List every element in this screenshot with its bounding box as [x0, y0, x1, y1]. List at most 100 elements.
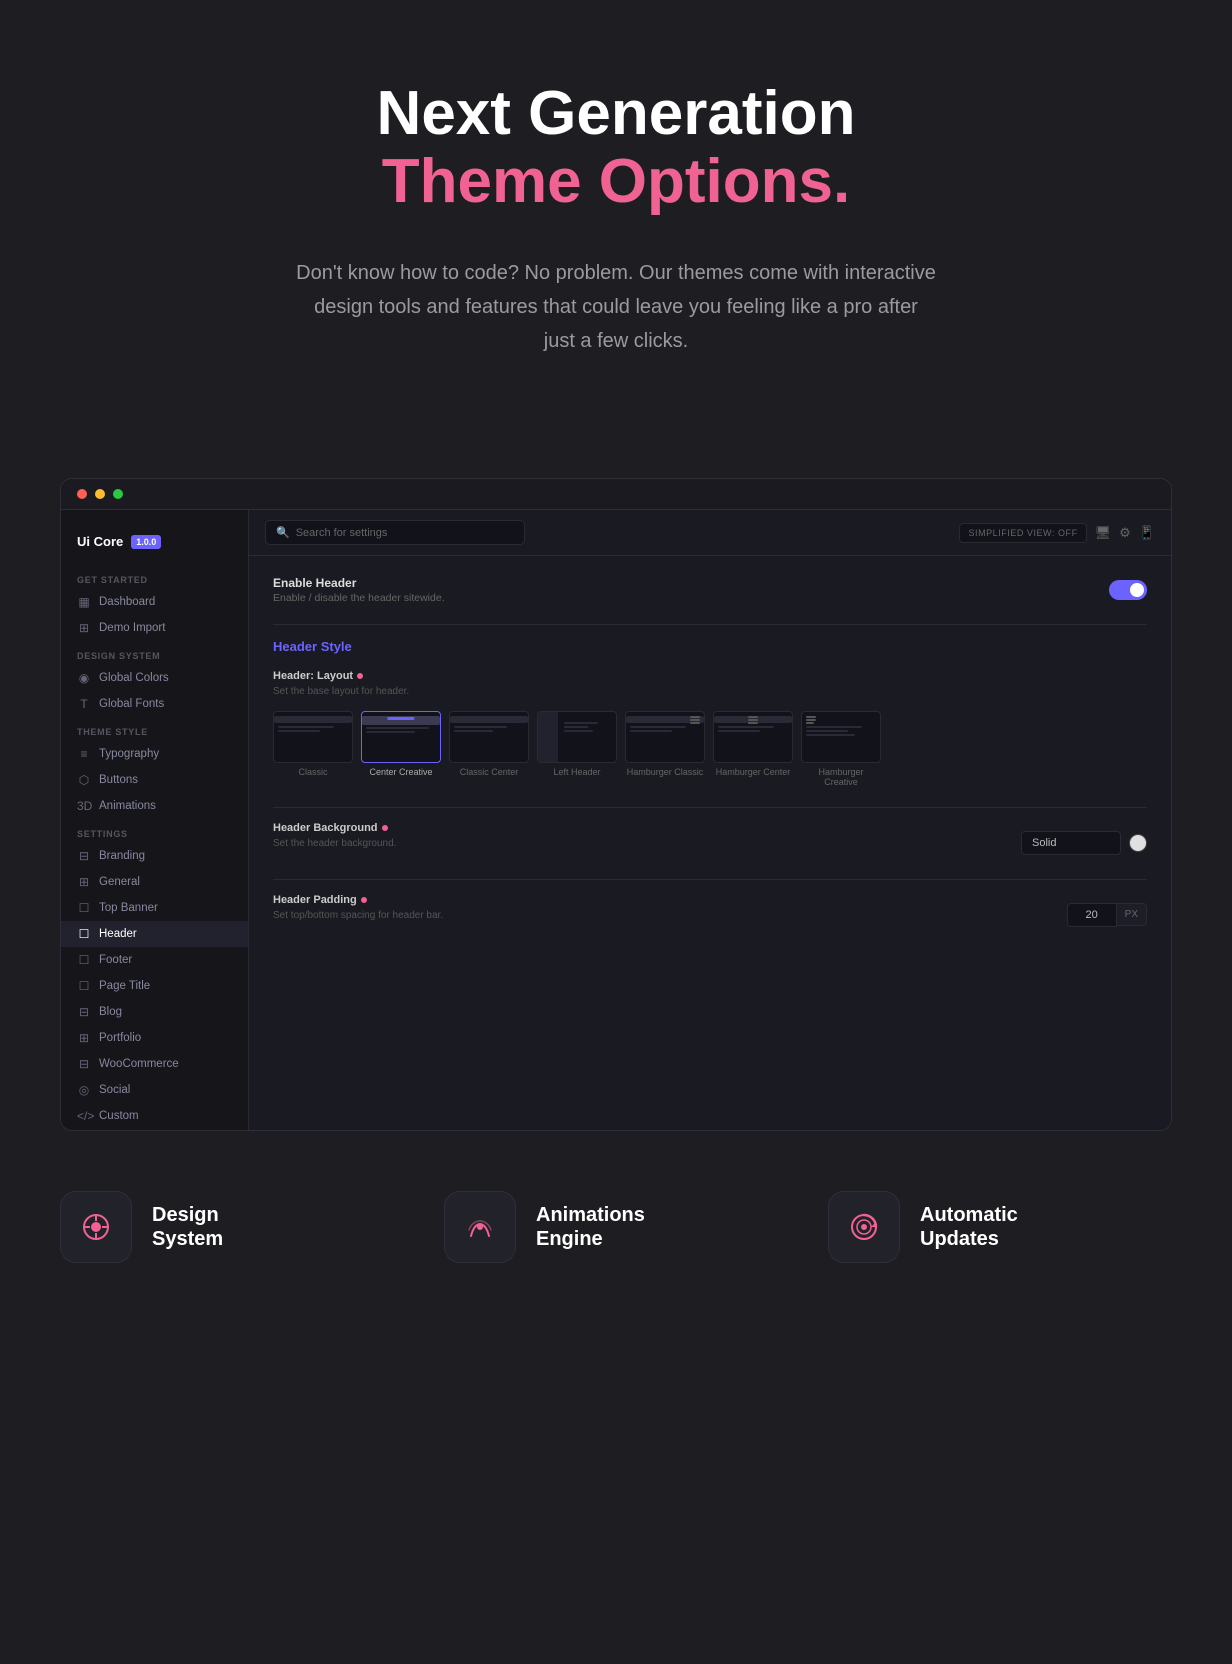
layout-card-classic[interactable]: Classic: [273, 711, 353, 787]
layout-card-hamburger-creative[interactable]: Hamburger Creative: [801, 711, 881, 787]
sidebar-item-blog[interactable]: ⊟ Blog: [61, 999, 248, 1025]
sidebar-item-label: Page Title: [99, 980, 150, 992]
titlebar-dot-red[interactable]: [77, 489, 87, 499]
sidebar-item-label: Top Banner: [99, 902, 158, 914]
demo-import-icon: ⊞: [77, 621, 91, 635]
header-background-desc: Set the header background.: [273, 838, 396, 849]
sidebar-item-custom[interactable]: </> Custom: [61, 1103, 248, 1129]
automatic-updates-title: Automatic Updates: [920, 1203, 1018, 1251]
enable-header-label: Enable Header: [273, 576, 445, 590]
layout-label: Header: Layout: [273, 670, 1147, 682]
global-fonts-icon: T: [77, 697, 91, 711]
settings-icon[interactable]: ⚙: [1119, 525, 1131, 541]
hero-section: Next Generation Theme Options. Don't kno…: [0, 0, 1232, 478]
blog-icon: ⊟: [77, 1005, 91, 1019]
padding-value-input[interactable]: 20: [1067, 903, 1117, 927]
layout-preview-hamburger-classic: [625, 711, 705, 763]
sidebar-item-label: Animations: [99, 800, 156, 812]
layout-preview-hamburger-creative: [801, 711, 881, 763]
app-body: Ui Core 1.0.0 GET STARTED ▦ Dashboard ⊞ …: [61, 510, 1171, 1130]
sidebar-item-label: Branding: [99, 850, 145, 862]
header-background-info: Header Background Set the header backgro…: [273, 822, 396, 863]
divider-2: [273, 807, 1147, 808]
search-box[interactable]: 🔍 Search for settings: [265, 520, 525, 545]
dashboard-icon: ▦: [77, 595, 91, 609]
layout-card-classic-center[interactable]: Classic Center: [449, 711, 529, 787]
layout-preview-hamburger-center: [713, 711, 793, 763]
branding-icon: ⊟: [77, 849, 91, 863]
sidebar-item-buttons[interactable]: ⬡ Buttons: [61, 767, 248, 793]
sidebar-item-label: Blog: [99, 1006, 122, 1018]
sidebar-item-footer[interactable]: ☐ Footer: [61, 947, 248, 973]
titlebar-dot-yellow[interactable]: [95, 489, 105, 499]
sidebar-item-dashboard[interactable]: ▦ Dashboard: [61, 589, 248, 615]
sidebar: Ui Core 1.0.0 GET STARTED ▦ Dashboard ⊞ …: [61, 510, 249, 1130]
sidebar-item-global-fonts[interactable]: T Global Fonts: [61, 691, 248, 717]
layout-preview-classic: [273, 711, 353, 763]
sidebar-item-branding[interactable]: ⊟ Branding: [61, 843, 248, 869]
logo-badge: 1.0.0: [131, 535, 161, 549]
layout-card-hamburger-center[interactable]: Hamburger Center: [713, 711, 793, 787]
layout-preview-left-header: [537, 711, 617, 763]
header-style-title: Header Style: [273, 639, 1147, 654]
sidebar-item-label: General: [99, 876, 140, 888]
enable-header-toggle[interactable]: [1109, 580, 1147, 600]
titlebar-dot-green[interactable]: [113, 489, 123, 499]
layout-name-classic: Classic: [273, 767, 353, 777]
page-title-icon: ☐: [77, 979, 91, 993]
automatic-updates-text: Automatic Updates: [920, 1203, 1018, 1251]
sidebar-item-demo-import[interactable]: ⊞ Demo Import: [61, 615, 248, 641]
sidebar-item-page-title[interactable]: ☐ Page Title: [61, 973, 248, 999]
sidebar-item-header[interactable]: ☐ Header: [61, 921, 248, 947]
sidebar-item-social[interactable]: ◎ Social: [61, 1077, 248, 1103]
header-padding-row: Header Padding Set top/bottom spacing fo…: [273, 894, 1147, 935]
animations-engine-icon-box: [444, 1191, 516, 1263]
custom-icon: </>: [77, 1109, 91, 1123]
layout-desc: Set the base layout for header.: [273, 686, 1147, 697]
sidebar-item-woocommerce[interactable]: ⊟ WooCommerce: [61, 1051, 248, 1077]
color-picker-dot[interactable]: [1129, 834, 1147, 852]
sidebar-item-label: Demo Import: [99, 622, 165, 634]
search-text: Search for settings: [296, 527, 388, 539]
sidebar-item-typography[interactable]: ≡ Typography: [61, 741, 248, 767]
feature-design-system: Design System: [60, 1191, 404, 1263]
background-dropdown[interactable]: Solid: [1021, 831, 1121, 855]
layout-card-center-creative[interactable]: Center Creative: [361, 711, 441, 787]
layout-name-center-creative: Center Creative: [361, 767, 441, 777]
bg-required-dot: [382, 825, 388, 831]
section-label-design-system: DESIGN SYSTEM: [61, 641, 248, 665]
simplified-view-button[interactable]: SIMPLIFIED VIEW: OFF: [959, 523, 1086, 543]
top-bar-right: SIMPLIFIED VIEW: OFF 🖥 ⚙ 📱: [959, 523, 1155, 543]
desktop-icon[interactable]: 🖥: [1095, 525, 1112, 541]
layout-name-classic-center: Classic Center: [449, 767, 529, 777]
layout-name-hamburger-classic: Hamburger Classic: [625, 767, 705, 777]
layout-name-hamburger-center: Hamburger Center: [713, 767, 793, 777]
mobile-icon[interactable]: 📱: [1139, 525, 1155, 541]
hero-title-white: Next Generation: [200, 80, 1032, 148]
layout-grid: Classic Ce: [273, 711, 1147, 787]
header-background-row: Header Background Set the header backgro…: [273, 822, 1147, 863]
sidebar-item-global-colors[interactable]: ◉ Global Colors: [61, 665, 248, 691]
header-background-controls: Solid: [1021, 831, 1147, 855]
layout-preview-classic-center: [449, 711, 529, 763]
global-colors-icon: ◉: [77, 671, 91, 685]
general-icon: ⊞: [77, 875, 91, 889]
sidebar-item-animations[interactable]: 3D Animations: [61, 793, 248, 819]
settings-body: Enable Header Enable / disable the heade…: [249, 556, 1171, 971]
design-system-text: Design System: [152, 1203, 223, 1251]
sidebar-item-top-banner[interactable]: ☐ Top Banner: [61, 895, 248, 921]
search-icon: 🔍: [276, 526, 290, 539]
sidebar-item-portfolio[interactable]: ⊞ Portfolio: [61, 1025, 248, 1051]
layout-card-left-header[interactable]: Left Header: [537, 711, 617, 787]
sidebar-item-label: Dashboard: [99, 596, 155, 608]
sidebar-item-general[interactable]: ⊞ General: [61, 869, 248, 895]
sidebar-item-label: Global Fonts: [99, 698, 164, 710]
app-window: Ui Core 1.0.0 GET STARTED ▦ Dashboard ⊞ …: [60, 478, 1172, 1131]
section-label-theme-style: THEME STYLE: [61, 717, 248, 741]
sidebar-item-label: Header: [99, 928, 137, 940]
feature-animations-engine: Animations Engine: [444, 1191, 788, 1263]
layout-card-hamburger-classic[interactable]: Hamburger Classic: [625, 711, 705, 787]
features-section: Design System Animations Engine: [0, 1131, 1232, 1323]
sidebar-item-label: Typography: [99, 748, 159, 760]
woocommerce-icon: ⊟: [77, 1057, 91, 1071]
